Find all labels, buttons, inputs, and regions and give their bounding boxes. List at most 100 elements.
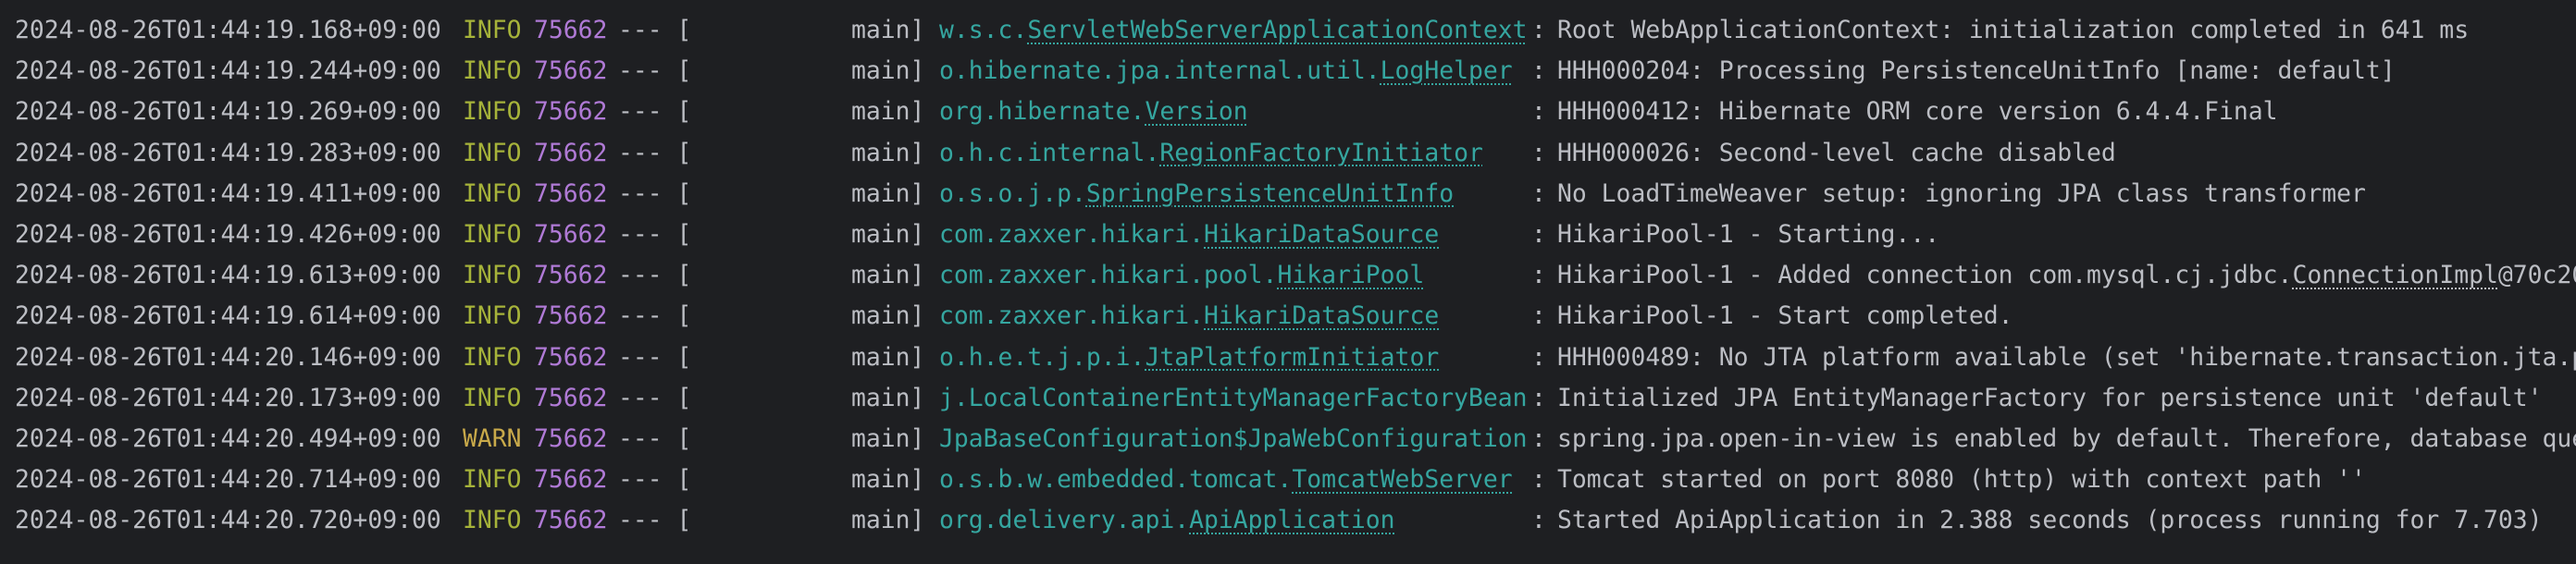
log-message: HikariPool-1 - Start completed. <box>1557 296 2013 337</box>
log-logger-prefix: org.hibernate. <box>939 97 1146 127</box>
log-timestamp: 2024-08-26T01:44:19.411+09:00 <box>15 178 441 208</box>
log-logger-prefix: com.zaxxer.hikari.pool. <box>939 261 1278 290</box>
log-separator: --- [ <box>618 301 692 331</box>
log-message: No LoadTimeWeaver setup: ignoring JPA cl… <box>1557 174 2366 215</box>
log-timestamp: 2024-08-26T01:44:19.244+09:00 <box>15 56 441 86</box>
log-pid: 75662 <box>534 465 608 495</box>
log-logger-class-link[interactable]: HikariDataSource <box>1204 301 1439 330</box>
log-logger-prefix: org.delivery.api. <box>939 506 1190 535</box>
log-logger-prefix: JpaBaseConfiguration$JpaWebConfiguration <box>939 424 1528 453</box>
log-colon: : <box>1531 138 1546 167</box>
log-logger-class-link[interactable]: SpringPersistenceUnitInfo <box>1086 179 1454 208</box>
log-level: INFO <box>463 220 522 249</box>
log-separator: --- [ <box>618 424 692 453</box>
log-pid: 75662 <box>534 383 608 412</box>
log-logger-class-link[interactable]: HikariDataSource <box>1204 220 1439 249</box>
log-pid: 75662 <box>534 261 608 290</box>
log-message: spring.jpa.open-in-view is enabled by de… <box>1557 419 2576 460</box>
log-logger-class-link[interactable]: LogHelper <box>1381 56 1513 85</box>
log-message: Tomcat started on port 8080 (http) with … <box>1557 460 2366 500</box>
log-message-text: Initialized JPA EntityManagerFactory for… <box>1557 383 2543 412</box>
log-timestamp: 2024-08-26T01:44:19.269+09:00 <box>15 97 441 127</box>
log-colon: : <box>1531 220 1546 249</box>
log-message-text: HikariPool-1 - Added connection com.mysq… <box>1557 261 2293 290</box>
log-logger-name: o.s.b.w.embedded.tomcat.TomcatWebServer <box>939 460 1513 500</box>
log-separator: --- [ <box>618 138 692 167</box>
log-logger-prefix: o.s.o.j.p. <box>939 178 1086 208</box>
log-colon: : <box>1531 56 1546 86</box>
log-logger-name: JpaBaseConfiguration$JpaWebConfiguration <box>939 419 1528 460</box>
log-message-suffix: @70c20 <box>2497 261 2576 290</box>
log-thread: main] <box>851 506 925 535</box>
log-logger-prefix: w.s.c. <box>939 16 1028 44</box>
log-message: Initialized JPA EntityManagerFactory for… <box>1557 378 2543 419</box>
log-message-text: No LoadTimeWeaver setup: ignoring JPA cl… <box>1557 178 2366 208</box>
log-timestamp: 2024-08-26T01:44:20.720+09:00 <box>15 506 441 535</box>
log-logger-class-link[interactable]: RegionFactoryInitiator <box>1159 139 1483 167</box>
log-thread: main] <box>851 383 925 412</box>
log-separator: --- [ <box>618 56 692 86</box>
log-pid: 75662 <box>534 506 608 535</box>
log-pid: 75662 <box>534 424 608 453</box>
log-message: HikariPool-1 - Added connection com.mysq… <box>1557 255 2576 296</box>
log-timestamp: 2024-08-26T01:44:19.283+09:00 <box>15 138 441 167</box>
log-logger-class-link[interactable]: TomcatWebServer <box>1292 465 1512 494</box>
log-thread: main] <box>851 342 925 372</box>
log-logger-prefix: o.s.b.w.embedded.tomcat. <box>939 465 1293 495</box>
log-pid: 75662 <box>534 97 608 127</box>
log-thread: main] <box>851 56 925 86</box>
log-level: INFO <box>463 261 522 290</box>
log-logger-name: o.s.o.j.p.SpringPersistenceUnitInfo <box>939 174 1454 215</box>
log-timestamp: 2024-08-26T01:44:19.168+09:00 <box>15 16 441 44</box>
log-level: INFO <box>463 506 522 535</box>
log-timestamp: 2024-08-26T01:44:20.146+09:00 <box>15 342 441 372</box>
log-thread: main] <box>851 16 925 44</box>
log-separator: --- [ <box>618 506 692 535</box>
log-colon: : <box>1531 383 1546 412</box>
log-logger-prefix: j.LocalContainerEntityManagerFactoryBean <box>939 383 1528 412</box>
log-colon: : <box>1531 301 1546 331</box>
log-message-text: HikariPool-1 - Starting... <box>1557 220 1940 249</box>
log-logger-name: o.hibernate.jpa.internal.util.LogHelper <box>939 51 1513 92</box>
log-message: HHH000489: No JTA platform available (se… <box>1557 337 2576 378</box>
log-logger-prefix: com.zaxxer.hikari. <box>939 301 1204 331</box>
log-colon: : <box>1531 506 1546 535</box>
log-timestamp: 2024-08-26T01:44:20.714+09:00 <box>15 465 441 495</box>
log-separator: --- [ <box>618 178 692 208</box>
log-colon: : <box>1531 97 1546 127</box>
log-logger-prefix: o.hibernate.jpa.internal.util. <box>939 56 1381 86</box>
log-level: INFO <box>463 56 522 86</box>
log-level: INFO <box>463 16 522 44</box>
log-level: INFO <box>463 138 522 167</box>
log-logger-name: com.zaxxer.hikari.HikariDataSource <box>939 296 1439 337</box>
log-thread: main] <box>851 424 925 453</box>
log-colon: : <box>1531 16 1546 44</box>
log-message-class-link[interactable]: ConnectionImpl <box>2292 261 2497 289</box>
log-logger-class-link[interactable]: Version <box>1145 97 1247 126</box>
log-level: INFO <box>463 465 522 495</box>
log-logger-prefix: o.h.c.internal. <box>939 138 1160 167</box>
log-separator: --- [ <box>618 97 692 127</box>
log-message-text: Tomcat started on port 8080 (http) with … <box>1557 465 2366 495</box>
log-pid: 75662 <box>534 16 608 44</box>
log-logger-name: w.s.c.ServletWebServerApplicationContext <box>939 10 1528 51</box>
log-colon: : <box>1531 465 1546 495</box>
log-level: INFO <box>463 383 522 412</box>
log-logger-class-link[interactable]: JtaPlatformInitiator <box>1145 343 1439 372</box>
log-message: HHH000412: Hibernate ORM core version 6.… <box>1557 92 2278 132</box>
log-logger-class-link[interactable]: ApiApplication <box>1189 506 1394 534</box>
log-message-text: Root WebApplicationContext: initializati… <box>1557 16 2470 44</box>
log-level: WARN <box>463 424 522 453</box>
log-message-text: HikariPool-1 - Start completed. <box>1557 301 2013 331</box>
log-level: INFO <box>463 301 522 331</box>
log-thread: main] <box>851 178 925 208</box>
log-colon: : <box>1531 178 1546 208</box>
log-message: Root WebApplicationContext: initializati… <box>1557 10 2469 51</box>
log-logger-class-link[interactable]: ServletWebServerApplicationContext <box>1027 16 1527 44</box>
log-logger-class-link[interactable]: HikariPool <box>1277 261 1424 289</box>
log-separator: --- [ <box>618 342 692 372</box>
log-thread: main] <box>851 138 925 167</box>
log-message: HHH000204: Processing PersistenceUnitInf… <box>1557 51 2396 92</box>
log-logger-prefix: o.h.e.t.j.p.i. <box>939 342 1146 372</box>
log-logger-name: o.h.c.internal.RegionFactoryInitiator <box>939 133 1483 174</box>
